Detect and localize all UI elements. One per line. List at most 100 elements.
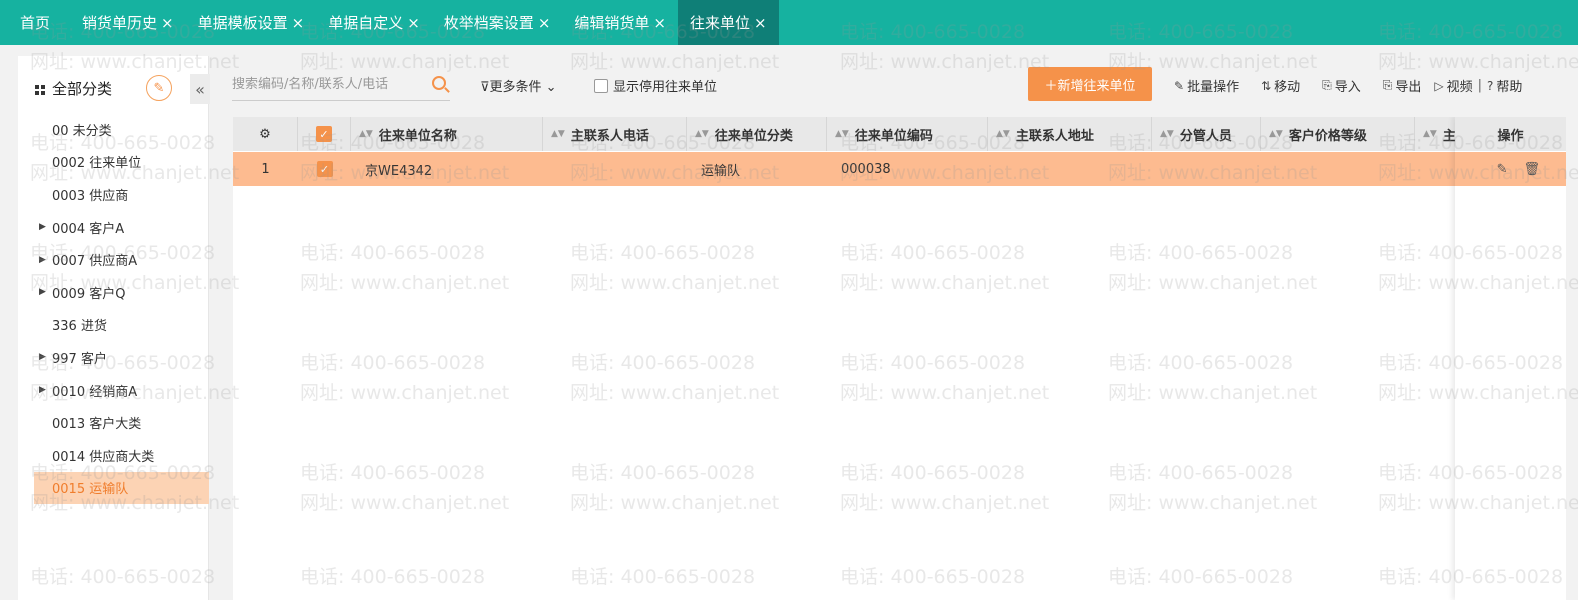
tab-template-settings[interactable]: 单据模板设置 ×	[186, 0, 317, 45]
batch-label: 批量操作	[1187, 80, 1240, 95]
column-header[interactable]: ▲▼ 往来单位分类	[687, 117, 827, 151]
table-header: ⚙ ✓ ▲▼ 往来单位名称 ▲▼ 主联系人电话 ▲▼ 往来单位分类 ▲▼ 往来单位编码 …	[233, 117, 1566, 151]
tab-doc-custom[interactable]: 单据自定义 ×	[316, 0, 432, 45]
close-icon[interactable]: ×	[653, 14, 666, 32]
search-box	[232, 68, 450, 101]
divider: |	[1477, 78, 1483, 93]
category-item[interactable]: 0002 往来单位	[18, 146, 209, 179]
video-label: 视频	[1446, 80, 1473, 95]
more-conditions-button[interactable]: ⊽更多条件 ⌄	[480, 76, 557, 95]
expand-arrow-icon[interactable]: ▶	[39, 222, 46, 232]
help-icon: ?	[1487, 78, 1494, 93]
sort-icon: ▲▼	[996, 129, 1010, 139]
row-checkbox-cell: ✓	[298, 152, 351, 186]
tab-home[interactable]: 首页	[0, 0, 70, 45]
category-label: 0007 供应商A	[52, 254, 138, 270]
delete-icon[interactable]: 🗑	[1523, 162, 1540, 177]
tab-label: 销货单历史	[82, 14, 158, 32]
row-checkbox[interactable]: ✓	[316, 161, 333, 177]
category-label: 0010 经销商A	[52, 384, 138, 400]
category-item[interactable]: ▶ 0007 供应商A	[18, 243, 209, 276]
category-label: 0014 供应商大类	[52, 449, 155, 465]
category-label: 0004 客户A	[52, 221, 125, 237]
video-button[interactable]: ▷ 视频	[1434, 76, 1473, 96]
export-label: 导出	[1395, 80, 1422, 95]
expand-arrow-icon[interactable]: ▶	[39, 287, 46, 297]
category-item[interactable]: 0003 供应商	[18, 178, 209, 211]
move-label: 移动	[1274, 80, 1301, 95]
expand-arrow-icon[interactable]: ▶	[39, 352, 46, 362]
add-partner-button[interactable]: ＋ 新增往来单位	[1028, 67, 1152, 101]
category-item[interactable]: 00 未分类	[18, 113, 209, 146]
category-list: 00 未分类 0002 往来单位 0003 供应商 ▶ 0004 客户A ▶ 000…	[18, 113, 209, 505]
tab-bar: 首页 销货单历史 × 单据模板设置 × 单据自定义 × 枚举档案设置 × 编辑销货单 × …	[0, 0, 1578, 45]
category-item[interactable]: ▶ 0009 客户Q	[18, 276, 209, 309]
tab-label: 单据模板设置	[197, 14, 288, 32]
search-icon[interactable]	[432, 76, 446, 90]
show-disabled-checkbox[interactable]: 显示停用往来单位	[594, 76, 717, 95]
tab-enum-settings[interactable]: 枚举档案设置 ×	[432, 0, 563, 45]
category-label: 0009 客户Q	[52, 286, 126, 302]
batch-button[interactable]: ✎ 批量操作	[1174, 76, 1240, 96]
help-button[interactable]: ? 帮助	[1487, 76, 1522, 96]
search-input[interactable]	[232, 68, 422, 100]
column-label: 主联系人地址	[1015, 128, 1094, 144]
sort-icon: ▲▼	[551, 129, 565, 139]
edit-icon[interactable]: ✎	[1497, 162, 1508, 177]
category-item[interactable]: ▶ 0004 客户A	[18, 211, 209, 244]
category-label: 997 客户	[52, 351, 107, 367]
checkbox[interactable]	[594, 78, 608, 93]
category-item[interactable]: 336 进货	[18, 309, 209, 342]
column-header[interactable]: ▲▼ 分管人员	[1152, 117, 1261, 151]
sort-icon: ▲▼	[695, 129, 709, 139]
category-label: 0013 客户大类	[52, 417, 142, 433]
row-index: 1	[261, 161, 270, 177]
category-title: 全部分类	[52, 80, 113, 98]
table-row[interactable]: 1 ✓ 京WE4342 运输队 000038	[233, 152, 1566, 186]
expand-arrow-icon[interactable]: ▶	[39, 385, 46, 395]
close-icon[interactable]: ×	[538, 14, 551, 32]
category-item[interactable]: 0013 客户大类	[18, 406, 209, 439]
category-item-selected[interactable]: 0015 运输队	[34, 471, 209, 505]
collapse-sidebar-button[interactable]: «	[190, 74, 210, 104]
column-label: 分管人员	[1179, 128, 1232, 144]
category-item[interactable]: ▶ 0010 经销商A	[18, 374, 209, 407]
close-icon[interactable]: ×	[292, 14, 305, 32]
sort-icon: ▲▼	[835, 129, 849, 139]
partner-table: ⚙ ✓ ▲▼ 往来单位名称 ▲▼ 主联系人电话 ▲▼ 往来单位分类 ▲▼ 往来单位编码 …	[233, 117, 1566, 600]
import-icon: ⎘	[1322, 78, 1332, 92]
tab-edit-sales-order[interactable]: 编辑销货单 ×	[562, 0, 678, 45]
move-button[interactable]: ⇅ 移动	[1261, 76, 1301, 96]
column-header[interactable]: ▲▼ 往来单位编码	[827, 117, 988, 151]
column-settings-icon[interactable]: ⚙	[233, 117, 298, 151]
sort-icon: ▲▼	[359, 129, 373, 139]
tab-label: 枚举档案设置	[443, 14, 534, 32]
category-item[interactable]: ▶ 997 客户	[18, 341, 209, 374]
sort-icon: ▲▼	[1269, 129, 1283, 139]
category-item[interactable]: 0014 供应商大类	[18, 439, 209, 472]
category-header: 全部分类 ✎ «	[18, 56, 210, 108]
column-header[interactable]: ▲▼ 主联系人电话	[543, 117, 687, 151]
select-all-checkbox[interactable]: ✓	[316, 126, 332, 142]
column-header[interactable]: ▲▼ 客户价格等级	[1261, 117, 1415, 151]
tab-partners[interactable]: 往来单位 ×	[677, 0, 779, 45]
close-icon[interactable]: ×	[407, 14, 420, 32]
grid-icon	[35, 85, 45, 95]
close-icon[interactable]: ×	[754, 14, 767, 32]
category-label: 0002 往来单位	[52, 156, 142, 172]
toolbar-actions: ✎ 批量操作 ⇅ 移动 ⎘ 导入 ⎘ 导出 ▷ 视频 | ? 帮助	[1174, 76, 1522, 95]
column-header[interactable]: ▲▼ 往来单位名称	[351, 117, 543, 151]
play-icon: ▷	[1434, 78, 1444, 93]
batch-edit-icon: ✎	[1174, 78, 1185, 93]
column-header[interactable]: ▲▼ 主联系人地址	[988, 117, 1152, 151]
cell-category: 运输队	[701, 163, 741, 179]
import-button[interactable]: ⎘ 导入	[1322, 76, 1361, 95]
cell-name: 京WE4342	[365, 163, 433, 179]
operation-header: 操作	[1455, 117, 1566, 151]
expand-arrow-icon[interactable]: ▶	[39, 255, 46, 265]
tab-sales-history[interactable]: 销货单历史 ×	[70, 0, 186, 45]
edit-icon[interactable]: ✎	[146, 75, 172, 101]
column-label: 往来单位分类	[714, 128, 793, 144]
close-icon[interactable]: ×	[161, 14, 174, 32]
export-button[interactable]: ⎘ 导出	[1383, 76, 1422, 95]
